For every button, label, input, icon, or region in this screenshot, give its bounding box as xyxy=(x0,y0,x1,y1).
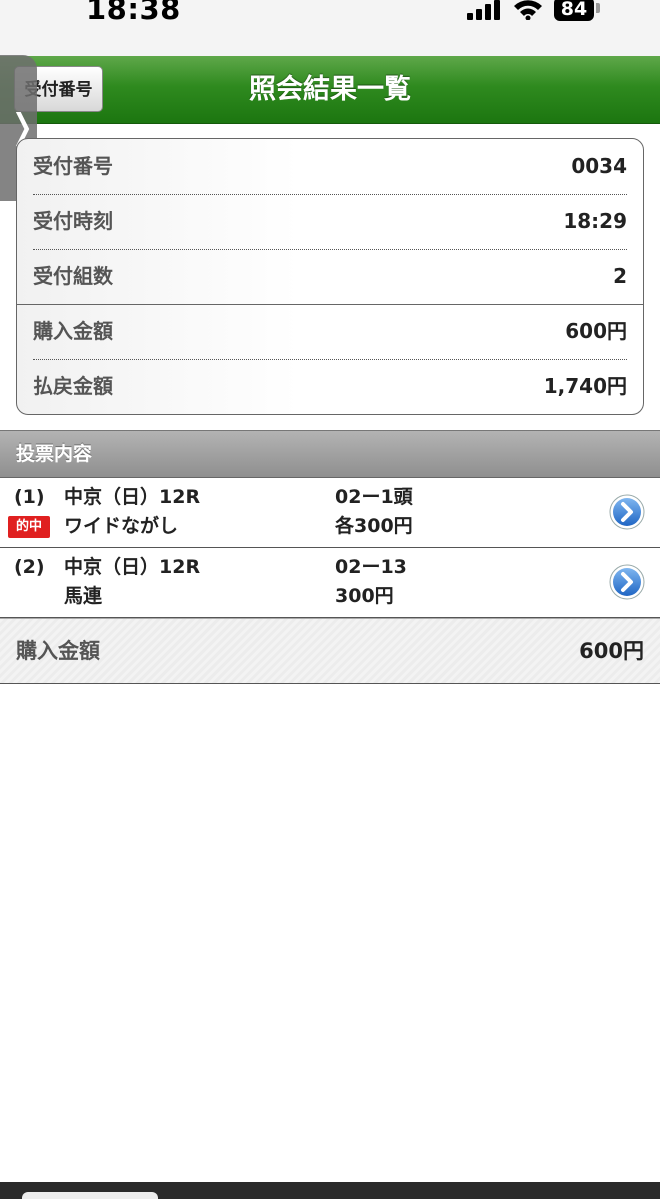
receipt-number-label: 受付番号 xyxy=(33,154,113,178)
bet-type: ワイドながし xyxy=(64,515,179,537)
section-title: 投票内容 xyxy=(16,443,93,465)
screen: 18:38 84 照会結果一覧 受付番号 ❭ 受付番号 0034 受付時刻 18… xyxy=(0,0,660,1199)
total-label: 購入金額 xyxy=(16,639,100,663)
bet-count-row: 受付組数 2 xyxy=(17,249,643,304)
chevron-right-circle-icon[interactable] xyxy=(609,564,645,600)
hit-badge: 的中 xyxy=(8,516,50,538)
purchase-amount-row: 購入金額 600円 xyxy=(17,304,643,359)
receipt-time-row: 受付時刻 18:29 xyxy=(17,194,643,249)
payout-amount-row: 払戻金額 1,740円 xyxy=(17,359,643,414)
purchase-amount-value: 600円 xyxy=(565,319,627,343)
bet-count-label: 受付組数 xyxy=(33,264,113,288)
receipt-info-card: 受付番号 0034 受付時刻 18:29 受付組数 2 購入金額 600円 払戻… xyxy=(16,138,644,415)
bet-number: (2) xyxy=(14,556,45,578)
receipt-time-value: 18:29 xyxy=(563,209,627,233)
bet-race: 中京（日）12R xyxy=(64,556,201,578)
bet-amount: 各300円 xyxy=(335,515,413,537)
battery-level: 84 xyxy=(560,0,588,20)
battery-cap xyxy=(596,3,600,13)
bet-combination: 02ー1頭 xyxy=(335,486,413,508)
payout-amount-value: 1,740円 xyxy=(543,374,627,398)
status-bar: 18:38 84 xyxy=(0,0,660,56)
wifi-icon xyxy=(514,0,542,20)
bet-combination: 02ー13 xyxy=(335,556,407,578)
bet-amount: 300円 xyxy=(335,585,394,607)
bet-content-section-header: 投票内容 xyxy=(0,430,660,478)
signal-icon xyxy=(467,0,500,20)
bet-row[interactable]: (2) 中京（日）12R 馬連 02ー13 300円 xyxy=(0,548,660,618)
receipt-number-row: 受付番号 0034 xyxy=(17,139,643,194)
battery-icon: 84 xyxy=(554,0,594,21)
bet-type: 馬連 xyxy=(64,585,103,607)
purchase-amount-label: 購入金額 xyxy=(33,319,113,343)
total-bar: 購入金額 600円 xyxy=(0,618,660,684)
chevron-right-circle-icon[interactable] xyxy=(609,494,645,530)
total-value: 600円 xyxy=(579,639,644,663)
status-time: 18:38 xyxy=(86,0,181,26)
receipt-number-value: 0034 xyxy=(571,154,627,178)
bet-row[interactable]: (1) 中京（日）12R 的中 ワイドながし 02ー1頭 各300円 xyxy=(0,478,660,548)
nav-header: 照会結果一覧 受付番号 xyxy=(0,56,660,124)
receipt-time-label: 受付時刻 xyxy=(33,209,113,233)
payout-amount-label: 払戻金額 xyxy=(33,374,113,398)
bet-count-value: 2 xyxy=(613,264,627,288)
bottom-tab[interactable] xyxy=(22,1192,158,1199)
bet-race: 中京（日）12R xyxy=(64,486,201,508)
bet-number: (1) xyxy=(14,486,45,508)
